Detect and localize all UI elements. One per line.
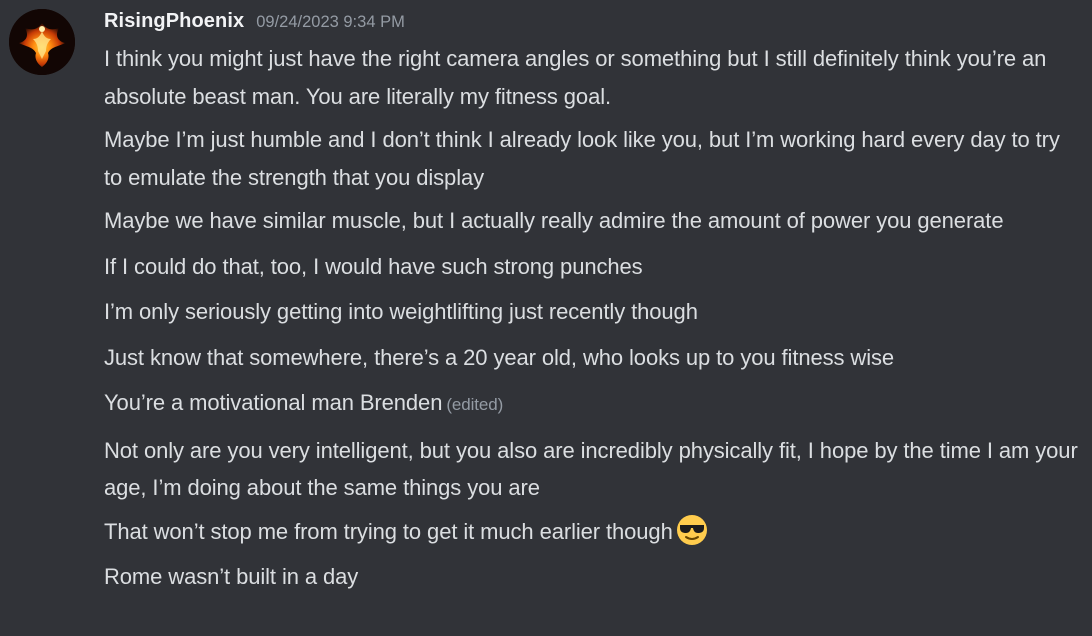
message-text: I think you might just have the right ca… bbox=[104, 46, 1047, 109]
edited-label[interactable]: (edited) bbox=[446, 395, 503, 414]
message-text: I’m only seriously getting into weightli… bbox=[104, 299, 698, 324]
author-username[interactable]: RisingPhoenix bbox=[104, 10, 244, 33]
chat-message[interactable]: I think you might just have the right ca… bbox=[104, 40, 1082, 115]
message-text: Not only are you very intelligent, but y… bbox=[104, 437, 1078, 501]
message-text: Just know that somewhere, there’s a 20 y… bbox=[104, 344, 895, 370]
message-text: Rome wasn’t built in a day bbox=[104, 564, 359, 589]
chat-message[interactable]: Maybe I’m just humble and I don’t think … bbox=[104, 121, 1082, 196]
message-header: RisingPhoenix 09/24/2023 9:34 PM bbox=[104, 0, 1082, 40]
chat-message[interactable]: Maybe we have similar muscle, but I actu… bbox=[104, 202, 1082, 240]
chat-message[interactable]: That won’t stop me from trying to get it… bbox=[104, 513, 1082, 551]
message-text: You’re a motivational man Brenden bbox=[104, 390, 443, 415]
sunglasses-emoji-icon[interactable] bbox=[675, 513, 709, 547]
chat-message[interactable]: Rome wasn’t built in a day bbox=[104, 558, 1082, 596]
message-content: RisingPhoenix 09/24/2023 9:34 PM I think… bbox=[104, 0, 1082, 596]
message-timestamp[interactable]: 09/24/2023 9:34 PM bbox=[256, 13, 405, 32]
chat-message[interactable]: I’m only seriously getting into weightli… bbox=[104, 293, 1082, 331]
chat-message[interactable]: Not only are you very intelligent, but y… bbox=[104, 432, 1082, 507]
message-text: That won’t stop me from trying to get it… bbox=[104, 518, 673, 544]
message-text: Maybe we have similar muscle, but I actu… bbox=[104, 208, 1004, 233]
chat-message[interactable]: Just know that somewhere, there’s a 20 y… bbox=[104, 339, 1082, 377]
chat-message-group: RisingPhoenix 09/24/2023 9:34 PM I think… bbox=[0, 0, 1092, 636]
message-text: Maybe I’m just humble and I don’t think … bbox=[104, 127, 1060, 190]
chat-message[interactable]: If I could do that, too, I would have su… bbox=[104, 248, 1082, 286]
message-text: If I could do that, too, I would have su… bbox=[104, 253, 643, 279]
phoenix-avatar-icon[interactable] bbox=[9, 9, 75, 75]
chat-message[interactable]: You’re a motivational man Brenden (edited… bbox=[104, 384, 1082, 424]
